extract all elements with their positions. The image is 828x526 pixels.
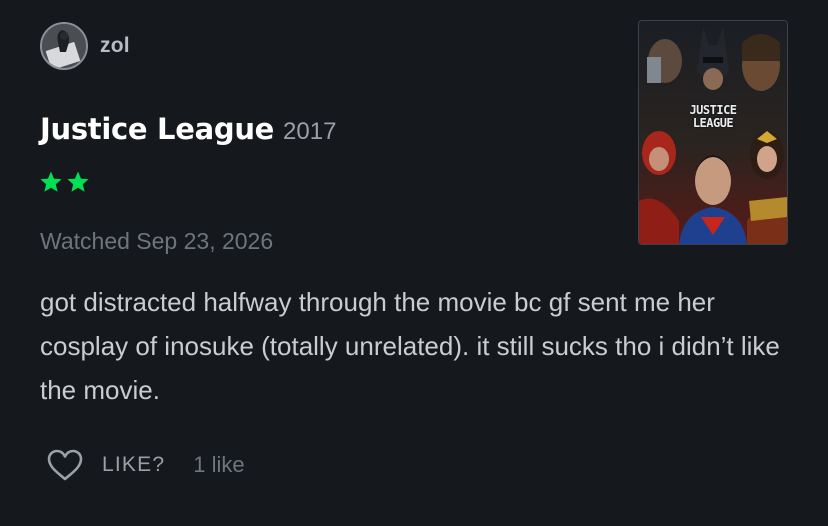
poster-artwork (639, 21, 787, 244)
watched-date: Watched Sep 23, 2026 (40, 228, 274, 254)
film-heading: Justice League 2017 (40, 112, 336, 146)
like-count[interactable]: 1 like (193, 452, 244, 478)
film-poster[interactable]: JUSTICE LEAGUE (638, 20, 788, 245)
avatar[interactable] (40, 22, 88, 70)
poster-logo: JUSTICE LEAGUE (639, 104, 787, 130)
poster-logo-line2: LEAGUE (692, 116, 734, 130)
like-label[interactable]: LIKE? (102, 453, 165, 477)
star-icon (40, 171, 62, 192)
star-icon (67, 171, 89, 192)
star-rating (39, 170, 90, 194)
author-name[interactable]: zol (100, 34, 130, 58)
review-card: zol Justice League 2017 Watched Sep 23, … (0, 0, 828, 526)
avatar-image (42, 24, 86, 68)
review-author[interactable]: zol (40, 22, 130, 70)
film-year[interactable]: 2017 (283, 118, 336, 146)
like-button[interactable]: LIKE? (46, 448, 165, 482)
film-title[interactable]: Justice League (40, 112, 274, 146)
review-actions: LIKE? 1 like (46, 448, 245, 482)
review-text: got distracted halfway through the movie… (40, 287, 780, 405)
heart-outline-icon[interactable] (46, 448, 84, 482)
